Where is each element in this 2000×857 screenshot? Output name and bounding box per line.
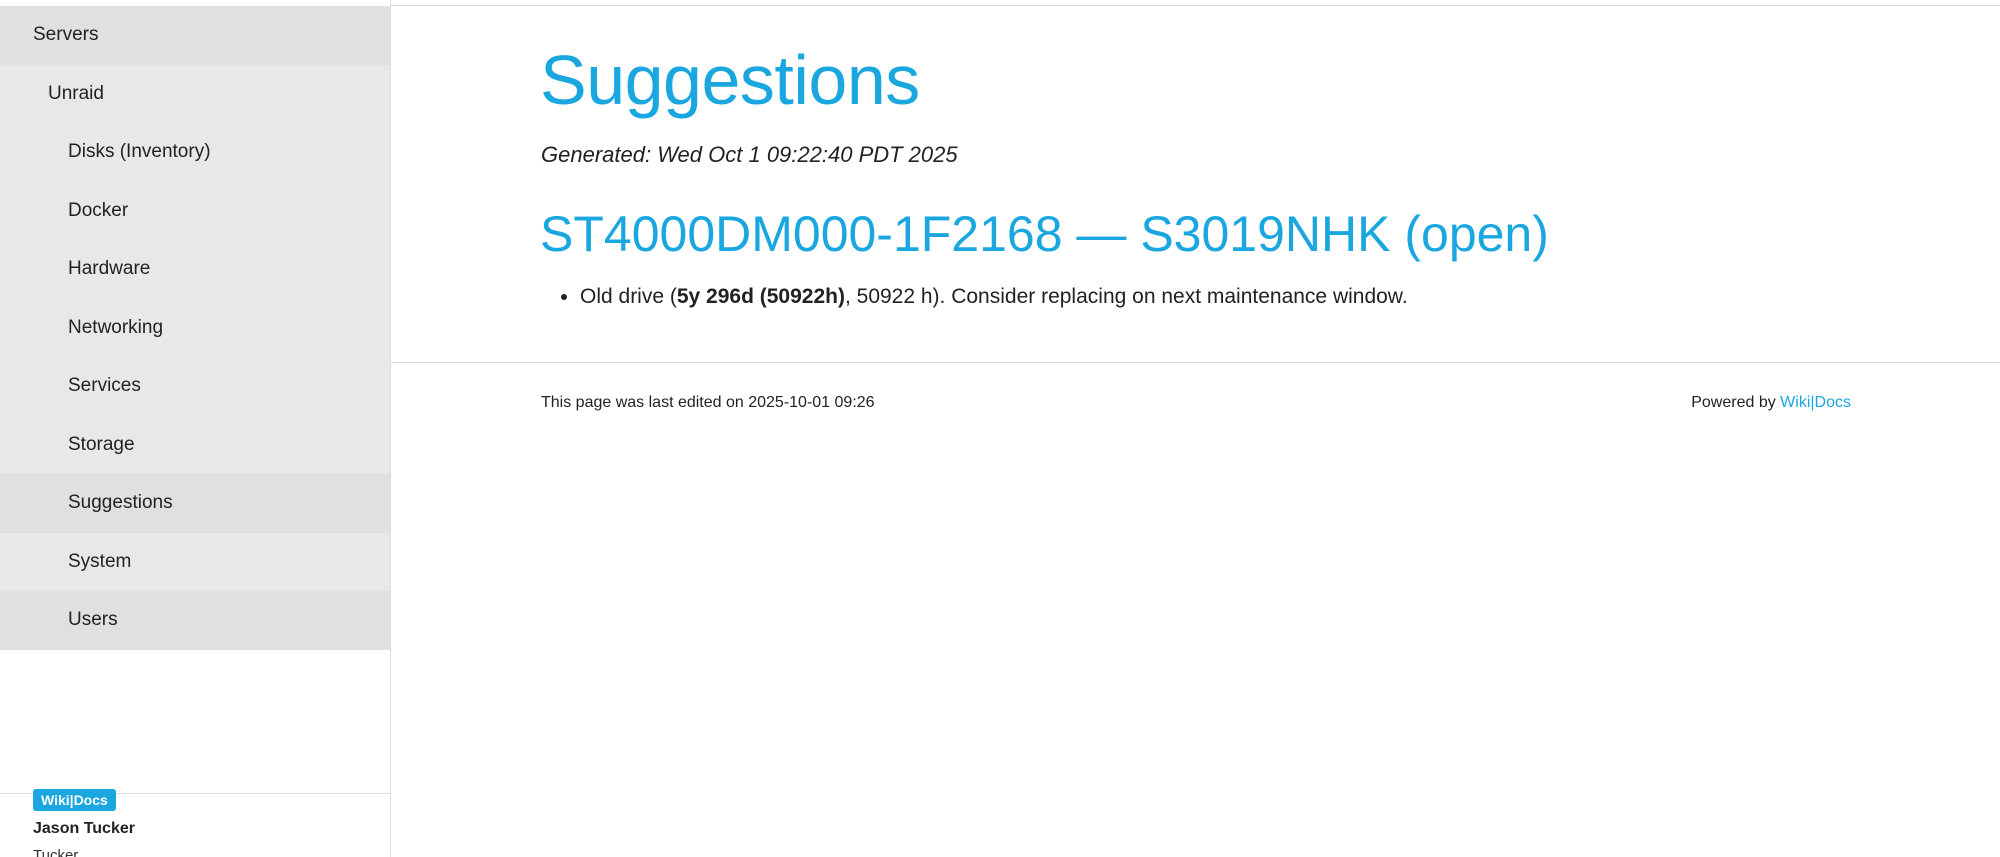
suggestion-list: Old drive (5y 296d (50922h), 50922 h). C… <box>540 285 1408 309</box>
powered-by: Powered by Wiki|Docs <box>1691 394 1851 412</box>
powered-prefix: Powered by <box>1691 394 1776 411</box>
sidebar-item-services[interactable]: Services <box>0 357 390 416</box>
top-divider <box>391 5 2000 6</box>
sidebar-item-system[interactable]: System <box>0 532 390 591</box>
sidebar-nav: Servers Unraid Disks (Inventory) Docker … <box>0 6 390 650</box>
bullet-suffix: , 50922 h). Consider replacing on next m… <box>844 285 1408 308</box>
user-subtitle: Tucker <box>33 847 79 857</box>
sidebar-item-servers[interactable]: Servers <box>0 6 390 65</box>
sidebar-item-storage[interactable]: Storage <box>0 415 390 474</box>
bullet-bold: 5y 296d (50922h) <box>676 285 845 308</box>
sidebar-item-networking[interactable]: Networking <box>0 298 390 357</box>
last-edited-text: This page was last edited on 2025-10-01 … <box>541 394 875 411</box>
footer-divider <box>391 362 2000 363</box>
sidebar-item-suggestions[interactable]: Suggestions <box>0 474 390 533</box>
section-heading: ST4000DM000-1F2168 — S3019NHK (open) <box>540 206 1549 262</box>
brand-logo[interactable]: Wiki|Docs <box>33 789 116 811</box>
bullet-prefix: Old drive ( <box>580 285 677 308</box>
sidebar: Servers Unraid Disks (Inventory) Docker … <box>0 0 391 857</box>
powered-link[interactable]: Wiki|Docs <box>1780 394 1851 411</box>
sidebar-item-unraid[interactable]: Unraid <box>0 64 390 123</box>
generated-timestamp: Generated: Wed Oct 1 09:22:40 PDT 2025 <box>541 142 958 167</box>
sidebar-item-hardware[interactable]: Hardware <box>0 240 390 299</box>
sidebar-item-disks-inventory[interactable]: Disks (Inventory) <box>0 123 390 182</box>
sidebar-footer: Wiki|Docs Jason Tucker Tucker <box>0 789 390 857</box>
list-item: Old drive (5y 296d (50922h), 50922 h). C… <box>580 285 1408 309</box>
user-name: Jason Tucker <box>33 820 135 837</box>
sidebar-item-docker[interactable]: Docker <box>0 181 390 240</box>
sidebar-item-users[interactable]: Users <box>0 591 390 650</box>
page-title: Suggestions <box>540 41 920 119</box>
